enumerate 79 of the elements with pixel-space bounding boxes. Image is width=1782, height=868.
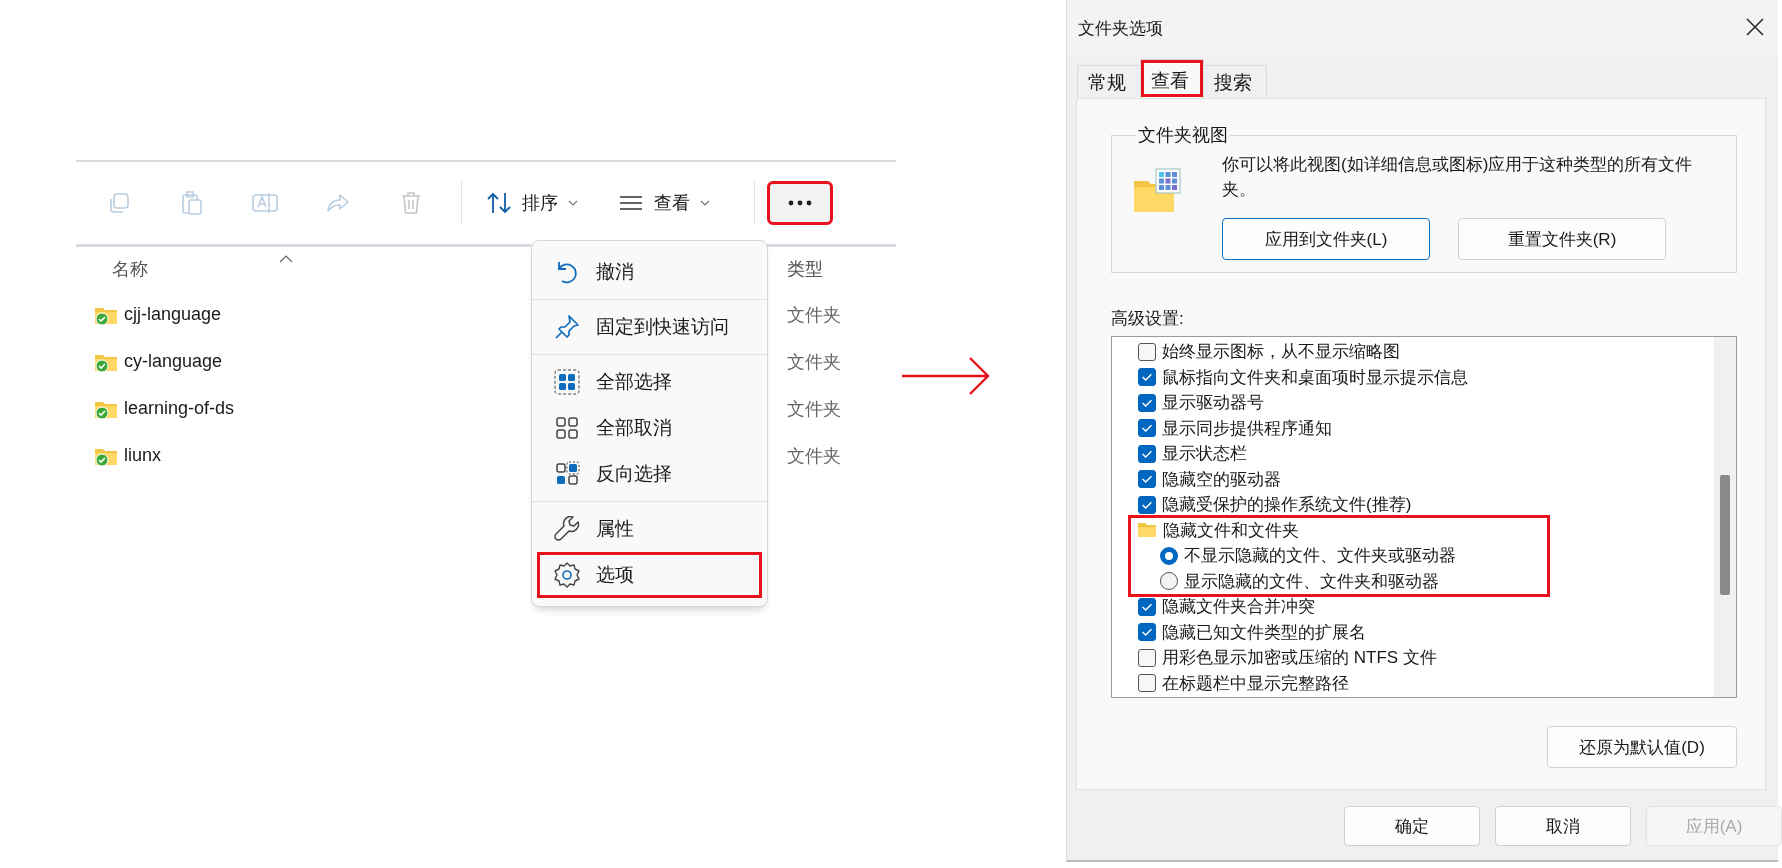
- radio-button[interactable]: [1160, 572, 1178, 591]
- setting-label: 隐藏空的驱动器: [1162, 468, 1281, 491]
- chevron-down-icon: [700, 200, 710, 206]
- file-type: 文件夹: [787, 397, 841, 421]
- description-text: 你可以将此视图(如详细信息或图标)应用于这种类型的所有文件夹。: [1222, 154, 1694, 201]
- more-button[interactable]: [769, 183, 831, 223]
- lines-icon: [618, 194, 644, 212]
- window-title: 文件夹选项: [1078, 17, 1163, 40]
- menu-item[interactable]: 全部取消: [537, 405, 762, 451]
- file-name[interactable]: cy-language: [124, 351, 223, 372]
- checkbox[interactable]: [1138, 368, 1156, 387]
- setting-label: 隐藏已知文件类型的扩展名: [1162, 621, 1366, 644]
- more-icon: [788, 200, 812, 206]
- rename-icon: [251, 191, 278, 215]
- trash-icon: [399, 191, 422, 215]
- checkbox[interactable]: [1138, 648, 1156, 667]
- setting-label: 鼠标指向文件夹和桌面项时显示提示信息: [1162, 366, 1468, 389]
- setting-label: 始终显示图标，从不显示缩略图: [1162, 341, 1400, 364]
- toolbar-button[interactable]: 查看: [608, 185, 720, 221]
- section-label: 高级设置:: [1111, 308, 1185, 330]
- checkbox[interactable]: [1138, 470, 1156, 489]
- share-icon: [325, 192, 350, 214]
- chevron-down-icon: [568, 200, 578, 206]
- toolbar-button[interactable]: 排序: [476, 185, 588, 221]
- checkbox[interactable]: [1138, 495, 1156, 514]
- radio-button[interactable]: [1160, 546, 1178, 565]
- tab[interactable]: 搜索: [1203, 65, 1267, 98]
- checkbox[interactable]: [1138, 342, 1156, 361]
- pin-icon: [554, 314, 580, 340]
- restore-button[interactable]: 还原为默认值(D): [1547, 726, 1737, 768]
- checkbox[interactable]: [1138, 623, 1156, 642]
- setting-label: 在标题栏中显示完整路径: [1162, 672, 1349, 695]
- menu-item[interactable]: 全部选择: [537, 359, 762, 405]
- file-name[interactable]: learning-of-ds: [124, 398, 235, 419]
- menu-item[interactable]: 属性: [537, 506, 762, 552]
- menu-item[interactable]: 固定到快速访问: [537, 304, 762, 350]
- select-all-icon: [554, 369, 580, 395]
- grid-icon: [554, 415, 580, 441]
- menu-item[interactable]: 选项: [537, 552, 762, 598]
- setting-label: 显示驱动器号: [1162, 392, 1264, 415]
- copy-icon: [107, 192, 130, 214]
- setting-label: 隐藏受保护的操作系统文件(推荐): [1162, 494, 1412, 517]
- scrollbar-thumb[interactable]: [1720, 475, 1730, 595]
- file-name[interactable]: cjj-language: [124, 304, 222, 325]
- checkbox[interactable]: [1138, 674, 1156, 693]
- folder-icon: [1137, 522, 1157, 539]
- checkbox[interactable]: [1138, 393, 1156, 412]
- menu-item[interactable]: 反向选择: [537, 451, 762, 497]
- tab[interactable]: 常规: [1077, 65, 1141, 98]
- group-title: 文件夹视图: [1137, 124, 1229, 147]
- checkbox[interactable]: [1138, 419, 1156, 438]
- setting-label: 显示状态栏: [1162, 443, 1247, 466]
- checkbox[interactable]: [1138, 597, 1156, 616]
- column-header[interactable]: 类型: [787, 257, 823, 281]
- clipboard-icon: [180, 191, 203, 215]
- file-name[interactable]: liunx: [124, 445, 162, 466]
- action-button[interactable]: 应用到文件夹(L): [1222, 218, 1430, 261]
- setting-label: 隐藏文件夹合并冲突: [1162, 596, 1315, 619]
- dialog-button[interactable]: 确定: [1344, 806, 1480, 846]
- sort-caret-icon: [279, 255, 293, 263]
- dialog-button[interactable]: 取消: [1495, 806, 1631, 846]
- wrench-icon: [554, 516, 580, 542]
- file-type: 文件夹: [787, 350, 841, 374]
- checkbox[interactable]: [1138, 444, 1156, 463]
- sort-icon: [486, 191, 512, 215]
- menu-item[interactable]: 撤消: [537, 249, 762, 295]
- setting-label: 不显示隐藏的文件、文件夹或驱动器: [1184, 545, 1456, 568]
- settings-icon: [554, 562, 580, 588]
- column-header[interactable]: 名称: [112, 257, 148, 281]
- file-type: 文件夹: [787, 303, 841, 327]
- file-type: 文件夹: [787, 444, 841, 468]
- close-icon: [1746, 17, 1764, 36]
- setting-label: 隐藏文件和文件夹: [1163, 519, 1299, 542]
- setting-label: 显示同步提供程序通知: [1162, 417, 1332, 440]
- invert-selection-icon: [554, 461, 580, 487]
- setting-label: 显示隐藏的文件、文件夹和驱动器: [1184, 570, 1439, 593]
- setting-label: 用彩色显示加密或压缩的 NTFS 文件: [1162, 647, 1437, 670]
- action-button[interactable]: 重置文件夹(R): [1458, 218, 1666, 261]
- tab[interactable]: 查看: [1140, 59, 1204, 98]
